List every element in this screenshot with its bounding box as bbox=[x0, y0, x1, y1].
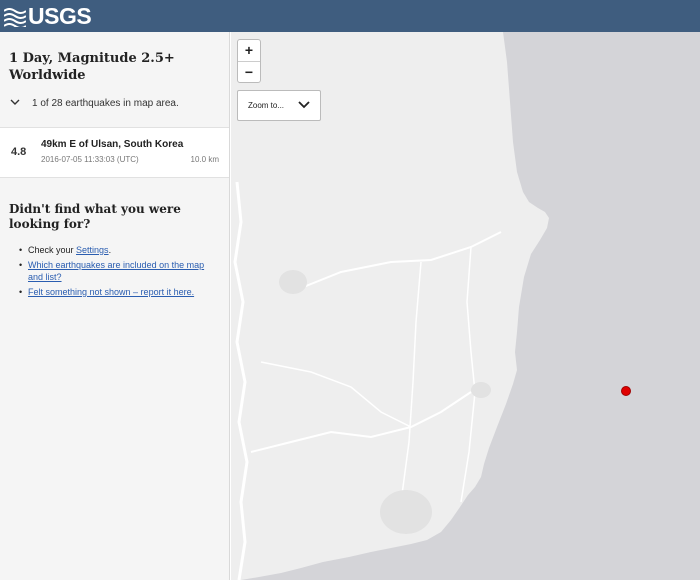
earthquake-time: 2016-07-05 11:33:03 (UTC) bbox=[41, 155, 139, 164]
city-area bbox=[380, 490, 432, 534]
which-earthquakes-link[interactable]: Which earthquakes are included on the ma… bbox=[28, 260, 204, 282]
earthquake-place: 49km E of Ulsan, South Korea bbox=[41, 139, 184, 150]
zoom-in-button[interactable]: + bbox=[238, 40, 260, 61]
earthquake-list-item[interactable]: 4.8 49km E of Ulsan, South Korea 2016-07… bbox=[0, 128, 229, 178]
help-title: Didn't find what you were looking for? bbox=[9, 202, 181, 231]
logo-text: USGS bbox=[28, 2, 92, 29]
help-item-felt: Felt something not shown – report it her… bbox=[19, 286, 219, 298]
top-bar: USGS bbox=[0, 0, 700, 32]
help-item-included: Which earthquakes are included on the ma… bbox=[19, 259, 219, 283]
feed-title-line2: Worldwide bbox=[9, 68, 86, 83]
help-item-settings: Check your Settings. bbox=[19, 244, 219, 256]
zoom-control: + − bbox=[237, 39, 261, 83]
earthquake-magnitude: 4.8 bbox=[11, 146, 27, 158]
feed-title-line1: 1 Day, Magnitude 2.5+ bbox=[9, 51, 175, 66]
sidebar: 1 Day, Magnitude 2.5+ Worldwide 1 of 28 … bbox=[0, 32, 230, 580]
earthquake-count-toggle[interactable]: 1 of 28 earthquakes in map area. bbox=[9, 98, 219, 109]
usgs-wave-icon bbox=[4, 8, 26, 27]
map-view[interactable]: + − Zoom to... bbox=[231, 32, 700, 580]
city-area bbox=[279, 270, 307, 294]
zoom-to-select[interactable]: Zoom to... bbox=[237, 90, 321, 121]
felt-report-link[interactable]: Felt something not shown – report it her… bbox=[28, 287, 194, 297]
earthquake-count: 1 of 28 earthquakes in map area. bbox=[32, 98, 179, 109]
list-header: 1 Day, Magnitude 2.5+ Worldwide 1 of 28 … bbox=[0, 32, 229, 128]
chevron-down-icon bbox=[10, 98, 22, 109]
help-item-settings-prefix: Check your bbox=[28, 245, 77, 255]
usgs-logo[interactable]: USGS bbox=[4, 2, 92, 29]
help-list: Check your Settings. Which earthquakes a… bbox=[9, 244, 219, 298]
help-section: Didn't find what you were looking for? C… bbox=[0, 178, 229, 298]
zoom-out-button[interactable]: − bbox=[238, 61, 260, 82]
settings-link[interactable]: Settings bbox=[76, 245, 109, 255]
help-item-settings-suffix: . bbox=[108, 245, 112, 255]
feed-title: 1 Day, Magnitude 2.5+ Worldwide bbox=[9, 50, 219, 84]
chevron-down-icon bbox=[298, 100, 312, 111]
earthquake-depth: 10.0 km bbox=[190, 155, 219, 164]
zoom-to-label: Zoom to... bbox=[248, 101, 285, 110]
city-area bbox=[471, 382, 491, 398]
earthquake-marker[interactable] bbox=[621, 386, 631, 396]
